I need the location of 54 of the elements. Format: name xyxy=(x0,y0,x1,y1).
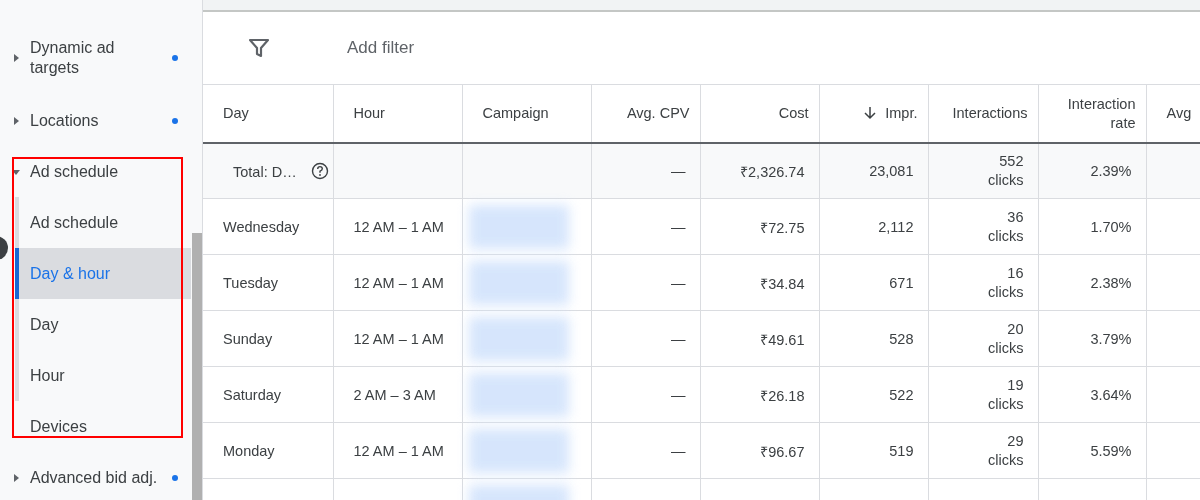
day-cell: Sunday xyxy=(223,330,273,347)
interaction-rate-cell: 1.70% xyxy=(1090,218,1132,235)
nav-subitem[interactable]: Hour xyxy=(19,350,191,401)
interaction-rate-cell: 2.39% xyxy=(1090,163,1132,179)
hour-cell: 12 AM – 1 AM xyxy=(353,218,444,235)
hour-cell: 12 AM – 1 AM xyxy=(353,442,444,459)
avg-cpv-cell: — xyxy=(671,274,686,291)
interaction-rate-cell: 3.79% xyxy=(1090,330,1132,347)
interactions-cell-text: 36 clicks xyxy=(987,207,1024,246)
hour-cell: 2 AM – 3 AM xyxy=(353,386,436,403)
nav-item[interactable]: Ad schedule xyxy=(0,146,192,197)
interaction-rate-cell: 2.38% xyxy=(1090,274,1132,291)
impressions-cell: 519 xyxy=(889,442,914,459)
impressions-cell: 23,081 xyxy=(869,163,914,179)
nav-item[interactable]: Dynamic ad targets xyxy=(0,32,192,84)
cost-cell: ₹49.61 xyxy=(760,331,805,348)
cost-cell: ₹72.75 xyxy=(760,219,805,236)
nav-item[interactable]: Devices xyxy=(30,416,87,437)
impressions-cell: 2,112 xyxy=(878,218,914,235)
scrollbar[interactable] xyxy=(192,233,202,500)
cost-cell: ₹34.84 xyxy=(760,275,805,292)
sort-down-icon xyxy=(863,106,878,120)
hour-cell: 12 AM – 1 AM xyxy=(353,274,444,291)
day-cell: Tuesday xyxy=(223,274,279,291)
nav-item[interactable]: Advanced bid adj. xyxy=(0,452,192,500)
total-label: Total: D… xyxy=(233,164,297,180)
interactions-cell-text: 552 clicks xyxy=(987,152,1024,190)
cost-cell: ₹26.18 xyxy=(760,387,805,404)
cost-cell: ₹2,326.74 xyxy=(740,164,805,180)
help-icon[interactable] xyxy=(310,162,329,180)
interaction-rate-cell: 3.64% xyxy=(1090,386,1132,403)
nav-subitem[interactable]: Ad schedule xyxy=(19,197,191,248)
day-cell: Saturday xyxy=(223,386,282,403)
impressions-cell: 528 xyxy=(889,330,914,347)
interaction-rate-cell: 5.59% xyxy=(1090,442,1132,459)
filter-field[interactable]: Add filter xyxy=(345,37,549,59)
avg-cpv-cell: — xyxy=(671,163,686,179)
day-cell: Wednesday xyxy=(223,218,300,235)
interactions-cell-text: 20 clicks xyxy=(987,319,1024,358)
impressions-cell: 522 xyxy=(889,386,914,403)
day-cell: Monday xyxy=(223,442,275,459)
nav-subitem[interactable]: Day xyxy=(19,299,191,350)
nav-item[interactable]: Locations xyxy=(0,95,192,146)
interactions-cell-text: 29 clicks xyxy=(987,431,1024,470)
interactions-cell-text: 16 clicks xyxy=(987,263,1024,302)
avg-cpv-cell: — xyxy=(671,386,686,403)
cost-cell: ₹96.67 xyxy=(760,443,805,460)
filter-icon[interactable] xyxy=(249,38,269,58)
interactions-cell-text: 19 clicks xyxy=(987,375,1024,414)
impressions-cell: 671 xyxy=(889,274,914,291)
avg-cpv-cell: — xyxy=(671,330,686,347)
hour-cell: 12 AM – 1 AM xyxy=(353,330,444,347)
avg-cpv-cell: — xyxy=(671,442,686,459)
avg-cpv-cell: — xyxy=(671,218,686,235)
